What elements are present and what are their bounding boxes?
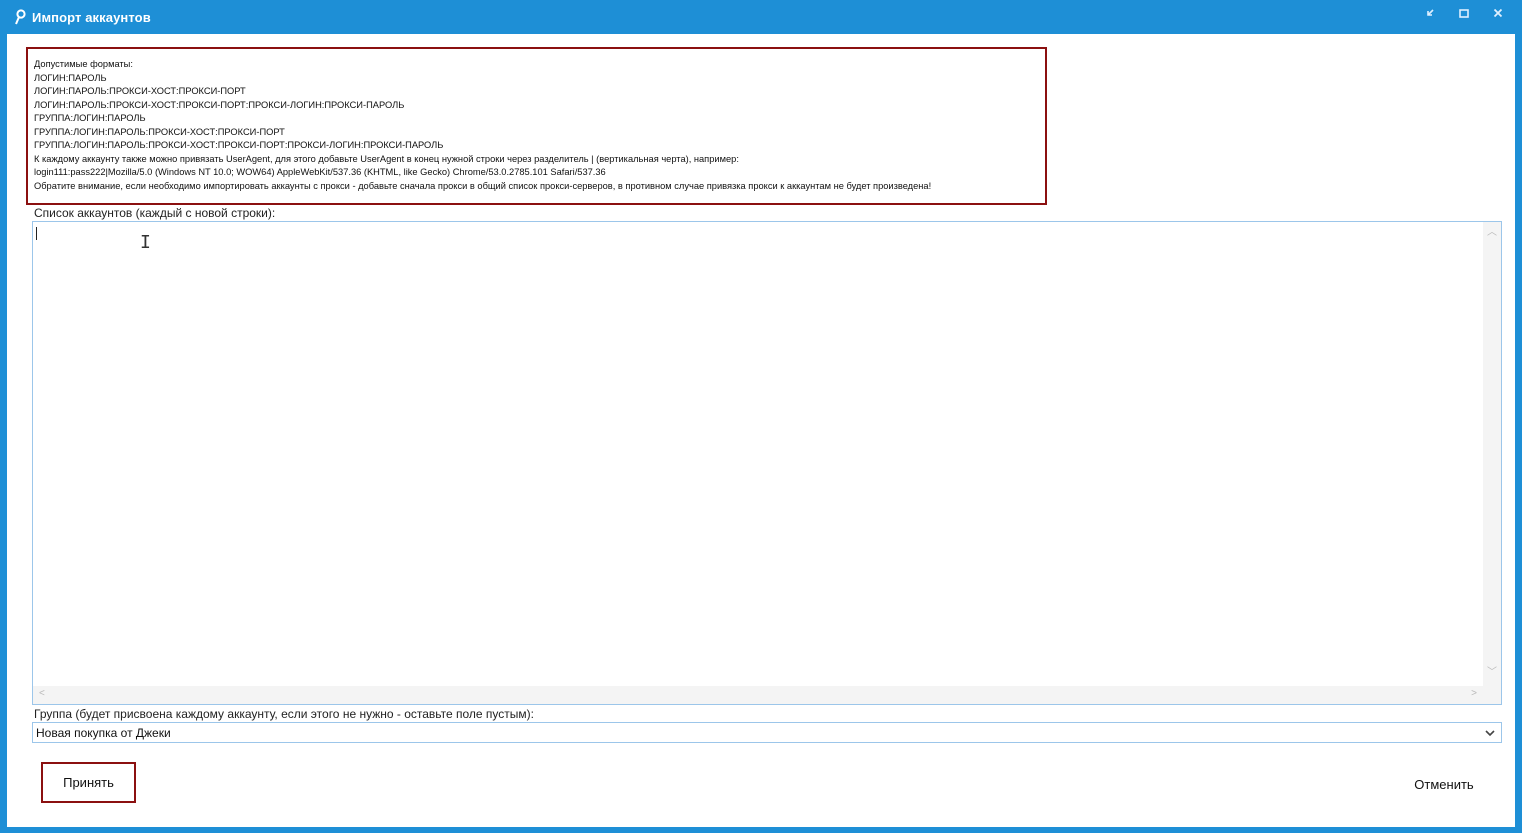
accounts-list-field[interactable]: I ︿ ﹀ < >	[32, 221, 1502, 705]
info-line: login111:pass222|Mozilla/5.0 (Windows NT…	[34, 167, 606, 177]
cancel-button[interactable]: Отменить	[1398, 772, 1490, 796]
window-controls	[1414, 2, 1514, 24]
window-title: Импорт аккаунтов	[32, 9, 151, 25]
group-select-value: Новая покупка от Джеки	[36, 725, 171, 740]
chevron-down-icon[interactable]	[1483, 726, 1497, 740]
close-icon[interactable]	[1482, 2, 1514, 24]
group-label: Группа (будет присвоена каждому аккаунту…	[34, 707, 534, 721]
window-bottom-border	[0, 827, 1522, 833]
info-line: ГРУППА:ЛОГИН:ПАРОЛЬ	[34, 113, 146, 123]
accept-button[interactable]: Принять	[41, 762, 136, 803]
pin-icon	[10, 7, 30, 27]
info-line: ГРУППА:ЛОГИН:ПАРОЛЬ:ПРОКСИ-ХОСТ:ПРОКСИ-П…	[34, 140, 444, 150]
horizontal-scrollbar[interactable]: < >	[33, 686, 1501, 704]
info-line: Допустимые форматы:	[34, 59, 133, 69]
group-select[interactable]: Новая покупка от Джеки	[32, 722, 1502, 743]
accounts-list-input[interactable]	[33, 222, 1485, 688]
info-line: ГРУППА:ЛОГИН:ПАРОЛЬ:ПРОКСИ-ХОСТ:ПРОКСИ-П…	[34, 126, 285, 137]
title-bar[interactable]: Импорт аккаунтов	[0, 0, 1522, 34]
scroll-left-icon[interactable]: <	[39, 689, 45, 699]
maximize-icon[interactable]	[1448, 2, 1480, 24]
info-line: Обратите внимание, если необходимо импор…	[34, 180, 932, 191]
allowed-formats-info: Допустимые форматы: ЛОГИН:ПАРОЛЬ ЛОГИН:П…	[26, 47, 1047, 205]
accounts-list-label: Список аккаунтов (каждый с новой строки)…	[34, 206, 276, 220]
scroll-down-icon[interactable]: ﹀	[1487, 668, 1497, 678]
ibeam-cursor-icon: I	[140, 232, 151, 253]
info-line: ЛОГИН:ПАРОЛЬ:ПРОКСИ-ХОСТ:ПРОКСИ-ПОРТ:ПРО…	[34, 99, 405, 110]
info-line: ЛОГИН:ПАРОЛЬ	[34, 72, 107, 83]
restore-down-icon[interactable]	[1414, 2, 1446, 24]
scroll-up-icon[interactable]: ︿	[1487, 228, 1497, 238]
info-line: ЛОГИН:ПАРОЛЬ:ПРОКСИ-ХОСТ:ПРОКСИ-ПОРТ	[34, 86, 246, 96]
scroll-right-icon[interactable]: >	[1471, 689, 1477, 699]
text-caret	[36, 227, 37, 240]
vertical-scrollbar[interactable]: ︿	[1483, 222, 1501, 688]
info-line: К каждому аккаунту также можно привязать…	[34, 153, 739, 164]
